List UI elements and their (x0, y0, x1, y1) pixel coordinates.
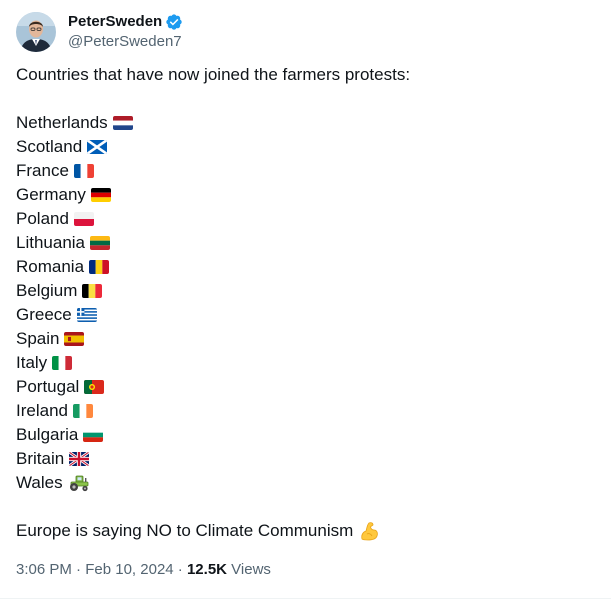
tweet-closing: Europe is saying NO to Climate Communism (16, 519, 591, 543)
country-name: Romania (16, 257, 85, 276)
closing-text: Europe is saying NO to Climate Communism (16, 521, 354, 540)
list-item: Germany (16, 183, 591, 207)
tweet-header: PeterSweden @PeterSweden7 (16, 12, 183, 52)
tweet-date[interactable]: Feb 10, 2024 (85, 561, 173, 578)
flag-romania-icon (89, 260, 110, 274)
country-name: Greece (16, 305, 72, 324)
display-name-row: PeterSweden (68, 12, 183, 32)
flag-italy-icon (52, 356, 73, 370)
list-item: Lithuania (16, 231, 591, 255)
country-name: Portugal (16, 377, 80, 396)
author-names: PeterSweden @PeterSweden7 (68, 12, 183, 52)
flexed-biceps-icon (358, 520, 380, 542)
avatar[interactable] (16, 12, 56, 52)
list-item: Romania (16, 255, 591, 279)
flag-lithuania-icon (90, 236, 111, 250)
country-name: Bulgaria (16, 425, 79, 444)
tractor-icon (68, 474, 90, 492)
views-count: 12.5K (186, 561, 227, 578)
list-item: Bulgaria (16, 423, 591, 447)
author-display-name[interactable]: PeterSweden (68, 12, 162, 32)
list-item: Britain (16, 447, 591, 471)
country-name: Spain (16, 329, 60, 348)
views-label: Views (231, 561, 271, 578)
list-item: Spain (16, 327, 591, 351)
country-name: Scotland (16, 137, 83, 156)
flag-ireland-icon (72, 404, 93, 418)
flag-uk-icon (69, 452, 90, 466)
flag-france-icon (73, 164, 94, 178)
list-item: Scotland (16, 135, 591, 159)
country-name: Belgium (16, 281, 78, 300)
list-item: Belgium (16, 279, 591, 303)
country-name: Poland (16, 209, 69, 228)
country-name: France (16, 161, 69, 180)
country-name: Wales (16, 473, 63, 492)
tweet-time[interactable]: 3:06 PM (16, 561, 72, 578)
list-item: Portugal (16, 375, 591, 399)
tweet-intro: Countries that have now joined the farme… (16, 65, 411, 84)
flag-germany-icon (90, 188, 111, 202)
country-list: Netherlands Scotland France Germany Pola… (16, 111, 591, 495)
meta-separator: · (76, 561, 82, 578)
list-item: Ireland (16, 399, 591, 423)
list-item: France (16, 159, 591, 183)
country-name: Lithuania (16, 233, 86, 252)
flag-belgium-icon (82, 284, 103, 298)
author-handle[interactable]: @PeterSweden7 (68, 32, 183, 52)
tweet-meta: 3:06 PM · Feb 10, 2024 · 12.5K Views (16, 560, 271, 580)
tweet: PeterSweden @PeterSweden7 Countries that… (0, 0, 611, 599)
country-name: Netherlands (16, 113, 108, 132)
country-name: Germany (16, 185, 86, 204)
flag-portugal-icon (84, 380, 105, 394)
country-name: Ireland (16, 401, 68, 420)
flag-greece-icon (76, 308, 97, 322)
flag-scotland-icon (87, 140, 108, 154)
country-name: Britain (16, 449, 65, 468)
flag-bulgaria-icon (83, 428, 104, 442)
list-item: Wales (16, 471, 591, 495)
flag-netherlands-icon (112, 116, 133, 130)
list-item: Italy (16, 351, 591, 375)
list-item: Greece (16, 303, 591, 327)
list-item: Netherlands (16, 111, 591, 135)
flag-spain-icon (64, 332, 85, 346)
verified-badge-icon[interactable] (165, 13, 183, 31)
meta-separator: · (177, 561, 183, 578)
list-item: Poland (16, 207, 591, 231)
country-name: Italy (16, 353, 48, 372)
tweet-text: Countries that have now joined the farme… (16, 63, 591, 543)
flag-poland-icon (73, 212, 94, 226)
